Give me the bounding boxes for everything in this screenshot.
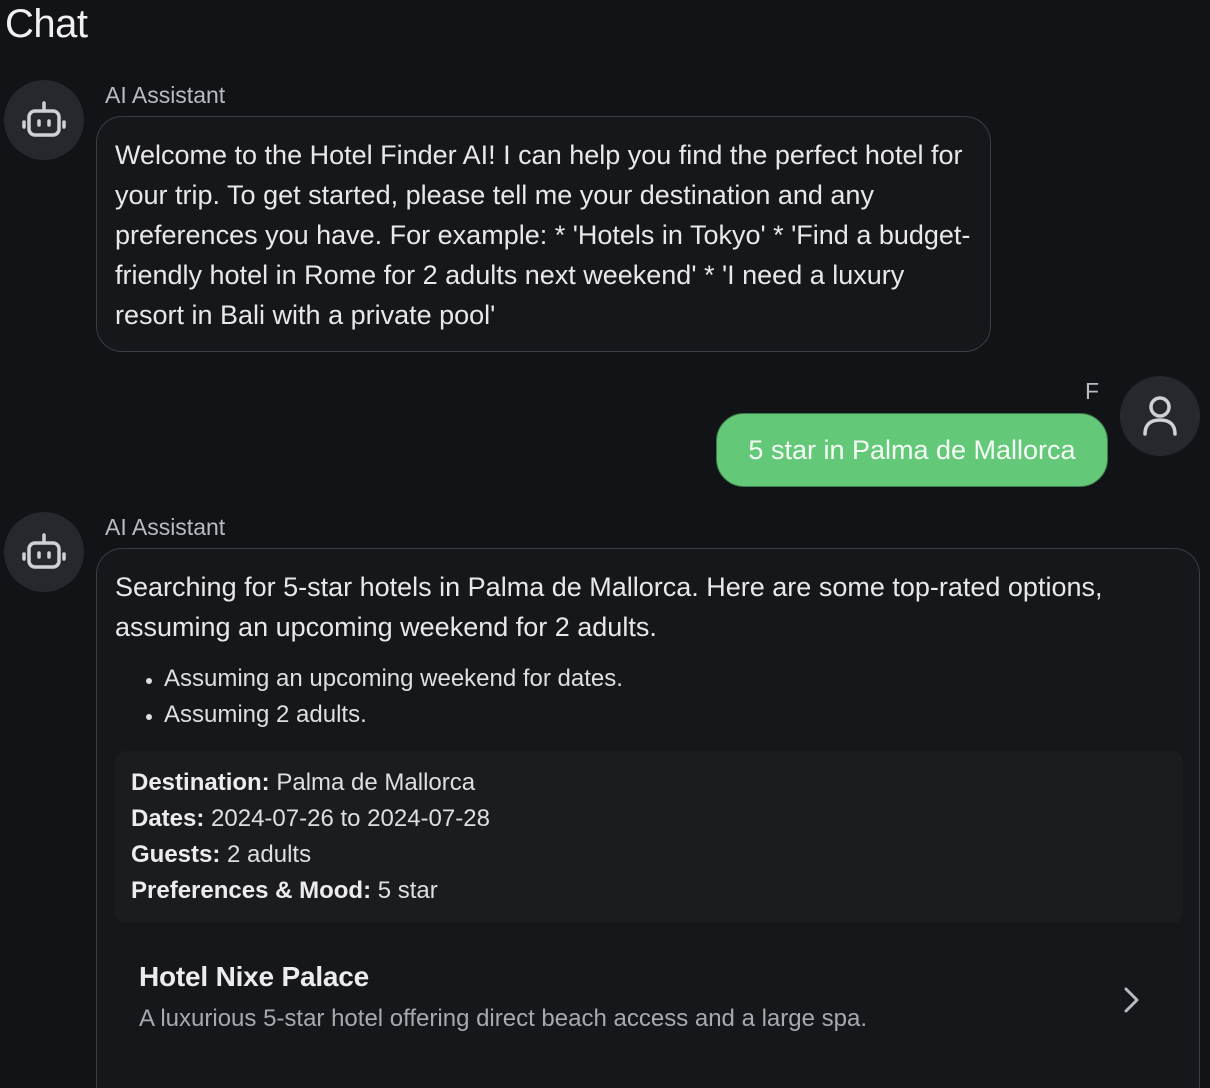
message-text: Welcome to the Hotel Finder AI! I can he… [115, 140, 971, 330]
user-name: F [1085, 378, 1100, 404]
hotel-description: A luxurious 5-star hotel offering direct… [139, 1005, 867, 1032]
summary-destination: Destination: Palma de Mallorca [131, 769, 476, 796]
robot-icon [22, 101, 66, 137]
assistant-avatar [4, 80, 84, 160]
list-item: Assuming 2 adults. [164, 697, 1181, 733]
hotel-name: Hotel Nixe Palace [139, 961, 370, 992]
message-text: Searching for 5-star hotels in Palma de … [115, 572, 1103, 642]
chevron-right-icon[interactable] [1121, 985, 1141, 1015]
message-text: 5 star in Palma de Mallorca [748, 434, 1076, 465]
user-icon [1143, 396, 1177, 436]
summary-guests: Guests: 2 adults [131, 841, 312, 868]
search-summary: Destination: Palma de Mallorca Dates: 20… [115, 751, 1183, 923]
assistant-message-bubble: Searching for 5-star hotels in Palma de … [96, 548, 1200, 1088]
page-title: Chat [5, 2, 88, 46]
assistant-avatar [4, 512, 84, 592]
sender-name: AI Assistant [105, 82, 226, 108]
summary-dates: Dates: 2024-07-26 to 2024-07-28 [131, 805, 490, 832]
user-message-bubble: 5 star in Palma de Mallorca [716, 413, 1108, 487]
list-item: Assuming an upcoming weekend for dates. [164, 661, 1181, 697]
hotel-card[interactable]: Hotel Nixe Palace A luxurious 5-star hot… [115, 961, 1181, 1051]
robot-icon [22, 533, 66, 569]
assistant-message-bubble: Welcome to the Hotel Finder AI! I can he… [96, 116, 991, 352]
sender-name: AI Assistant [105, 514, 226, 540]
user-avatar [1120, 376, 1200, 456]
assumptions-list: Assuming an upcoming weekend for dates. … [164, 661, 1181, 733]
summary-preferences: Preferences & Mood: 5 star [131, 877, 438, 904]
